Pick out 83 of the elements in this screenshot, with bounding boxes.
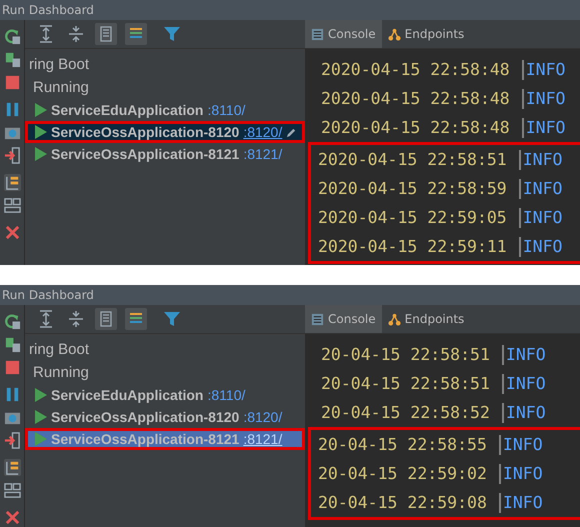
log-time: 2020-04-15 22:58:59 bbox=[318, 179, 507, 198]
exit-icon[interactable] bbox=[4, 432, 20, 449]
console-icon bbox=[311, 28, 324, 40]
tree-group[interactable]: Running bbox=[25, 361, 305, 384]
pencil-icon[interactable] bbox=[286, 126, 298, 138]
group-icon[interactable] bbox=[95, 23, 117, 45]
panel-layout-icon[interactable] bbox=[4, 482, 20, 499]
endpoints-icon bbox=[388, 312, 401, 326]
close-icon[interactable] bbox=[4, 509, 20, 526]
app-row[interactable]: ServiceEduApplication :8110/ bbox=[25, 384, 305, 406]
app-row[interactable]: ServiceOssApplication-8120 :8120/ bbox=[25, 406, 305, 428]
log-time: 2020-04-15 22:58:51 bbox=[318, 150, 507, 169]
tab[interactable]: Console bbox=[305, 20, 382, 48]
panel-layout-icon[interactable] bbox=[4, 197, 20, 214]
log-level: INFO bbox=[502, 493, 543, 512]
port-link[interactable]: :8120/ bbox=[243, 124, 282, 140]
log-time: 20-04-15 22:58:52 bbox=[321, 403, 490, 422]
port-link[interactable]: :8121/ bbox=[243, 431, 282, 447]
list-icon[interactable] bbox=[125, 308, 147, 330]
app-name: ServiceEduApplication bbox=[51, 387, 204, 403]
port-link[interactable]: :8120/ bbox=[243, 409, 282, 425]
port-link[interactable]: :8110/ bbox=[207, 102, 246, 118]
log-level: INFO bbox=[506, 345, 546, 364]
run-icon bbox=[35, 388, 47, 402]
rerun-icon[interactable] bbox=[4, 313, 20, 330]
rerun-icon[interactable] bbox=[4, 28, 20, 45]
debug-icon[interactable] bbox=[4, 336, 20, 353]
endpoints-icon bbox=[388, 28, 401, 40]
window-title: Run Dashboard bbox=[2, 288, 94, 302]
log-level: INFO bbox=[522, 150, 562, 169]
log-time: 2020-04-15 22:59:05 bbox=[318, 208, 507, 227]
console-icon bbox=[311, 312, 324, 326]
app-row[interactable]: ServiceOssApplication-8121 :8121/ bbox=[25, 143, 305, 165]
log-level: INFO bbox=[522, 179, 562, 198]
log-level: INFO bbox=[506, 403, 546, 422]
layout-icon[interactable] bbox=[4, 459, 20, 476]
app-name: ServiceOssApplication-8121 bbox=[51, 146, 240, 162]
app-row[interactable]: ServiceOssApplication-8120 :8120/ bbox=[25, 121, 305, 143]
run-icon bbox=[35, 147, 47, 161]
window-title: Run Dashboard bbox=[2, 3, 94, 17]
log-level: INFO bbox=[506, 374, 546, 393]
app-name: ServiceOssApplication-8121 bbox=[51, 431, 240, 447]
app-name: ServiceEduApplication bbox=[51, 102, 204, 118]
tab[interactable]: Endpoints bbox=[382, 305, 470, 333]
log-time: 20-04-15 22:58:55 bbox=[318, 435, 487, 454]
run-icon bbox=[35, 410, 47, 424]
run-icon bbox=[35, 125, 47, 139]
log-time: 2020-04-15 22:59:11 bbox=[318, 237, 507, 256]
run-icon bbox=[35, 432, 47, 446]
list-icon[interactable] bbox=[125, 23, 147, 45]
log-time: 2020-04-15 22:58:48 bbox=[321, 60, 510, 79]
log-level: INFO bbox=[502, 435, 543, 454]
app-row[interactable]: ServiceOssApplication-8121 :8121/ bbox=[25, 428, 305, 450]
tree-group[interactable]: ring Boot bbox=[25, 338, 305, 361]
log-time: 20-04-15 22:59:08 bbox=[318, 493, 487, 512]
tree-group[interactable]: ring Boot bbox=[25, 53, 305, 76]
app-row[interactable]: ServiceEduApplication :8110/ bbox=[25, 99, 305, 121]
log-time: 20-04-15 22:58:51 bbox=[321, 345, 490, 364]
log-time: 2020-04-15 22:58:48 bbox=[321, 118, 510, 137]
log-time: 20-04-15 22:58:51 bbox=[321, 374, 490, 393]
port-link[interactable]: :8110/ bbox=[207, 387, 246, 403]
layout-icon[interactable] bbox=[4, 174, 20, 191]
app-name: ServiceOssApplication-8120 bbox=[51, 409, 240, 425]
tab[interactable]: Endpoints bbox=[382, 20, 470, 48]
close-icon[interactable] bbox=[4, 224, 20, 241]
app-name: ServiceOssApplication-8120 bbox=[51, 124, 240, 140]
tree-group[interactable]: Running bbox=[25, 76, 305, 99]
stop-icon[interactable] bbox=[4, 74, 20, 91]
tab[interactable]: Console bbox=[305, 305, 382, 333]
stop-icon[interactable] bbox=[4, 359, 20, 376]
log-level: INFO bbox=[526, 118, 566, 137]
run-icon bbox=[35, 103, 47, 117]
log-level: INFO bbox=[502, 464, 543, 483]
log-time: 2020-04-15 22:58:48 bbox=[321, 89, 510, 108]
log-time: 20-04-15 22:59:02 bbox=[318, 464, 487, 483]
log-level: INFO bbox=[522, 208, 562, 227]
log-level: INFO bbox=[522, 237, 562, 256]
exit-icon[interactable] bbox=[4, 147, 20, 164]
debug-icon[interactable] bbox=[4, 51, 20, 68]
log-level: INFO bbox=[526, 60, 566, 79]
port-link[interactable]: :8121/ bbox=[243, 146, 282, 162]
log-level: INFO bbox=[526, 89, 566, 108]
group-icon[interactable] bbox=[95, 308, 117, 330]
